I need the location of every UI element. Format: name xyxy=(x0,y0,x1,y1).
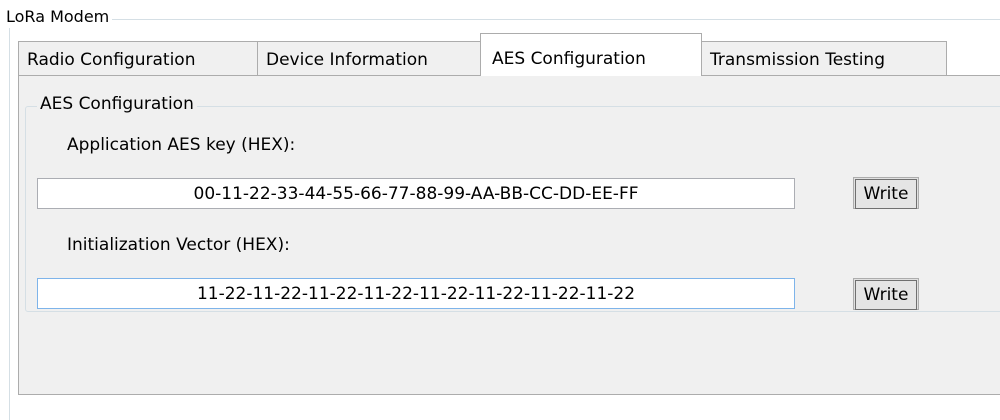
tab-transmission-testing[interactable]: Transmission Testing xyxy=(701,41,947,75)
tab-label: AES Configuration xyxy=(492,49,646,69)
tab-label: Radio Configuration xyxy=(27,50,196,70)
tab-label: Device Information xyxy=(266,50,428,70)
write-iv-button-label: Write xyxy=(855,280,917,310)
tab-label: Transmission Testing xyxy=(710,50,885,70)
lora-modem-group-title: LoRa Modem xyxy=(4,6,113,28)
aes-key-input[interactable] xyxy=(37,178,795,209)
tab-radio-configuration[interactable]: Radio Configuration xyxy=(18,41,258,75)
iv-label: Initialization Vector (HEX): xyxy=(67,235,290,255)
aes-key-label: Application AES key (HEX): xyxy=(67,135,296,155)
write-key-button[interactable]: Write xyxy=(853,177,919,209)
write-key-button-label: Write xyxy=(855,179,917,209)
tab-device-information[interactable]: Device Information xyxy=(257,41,481,75)
tab-aes-configuration[interactable]: AES Configuration xyxy=(480,33,702,76)
iv-input[interactable] xyxy=(37,278,795,309)
write-iv-button[interactable]: Write xyxy=(853,278,919,310)
aes-configuration-group-title: AES Configuration xyxy=(37,92,197,116)
